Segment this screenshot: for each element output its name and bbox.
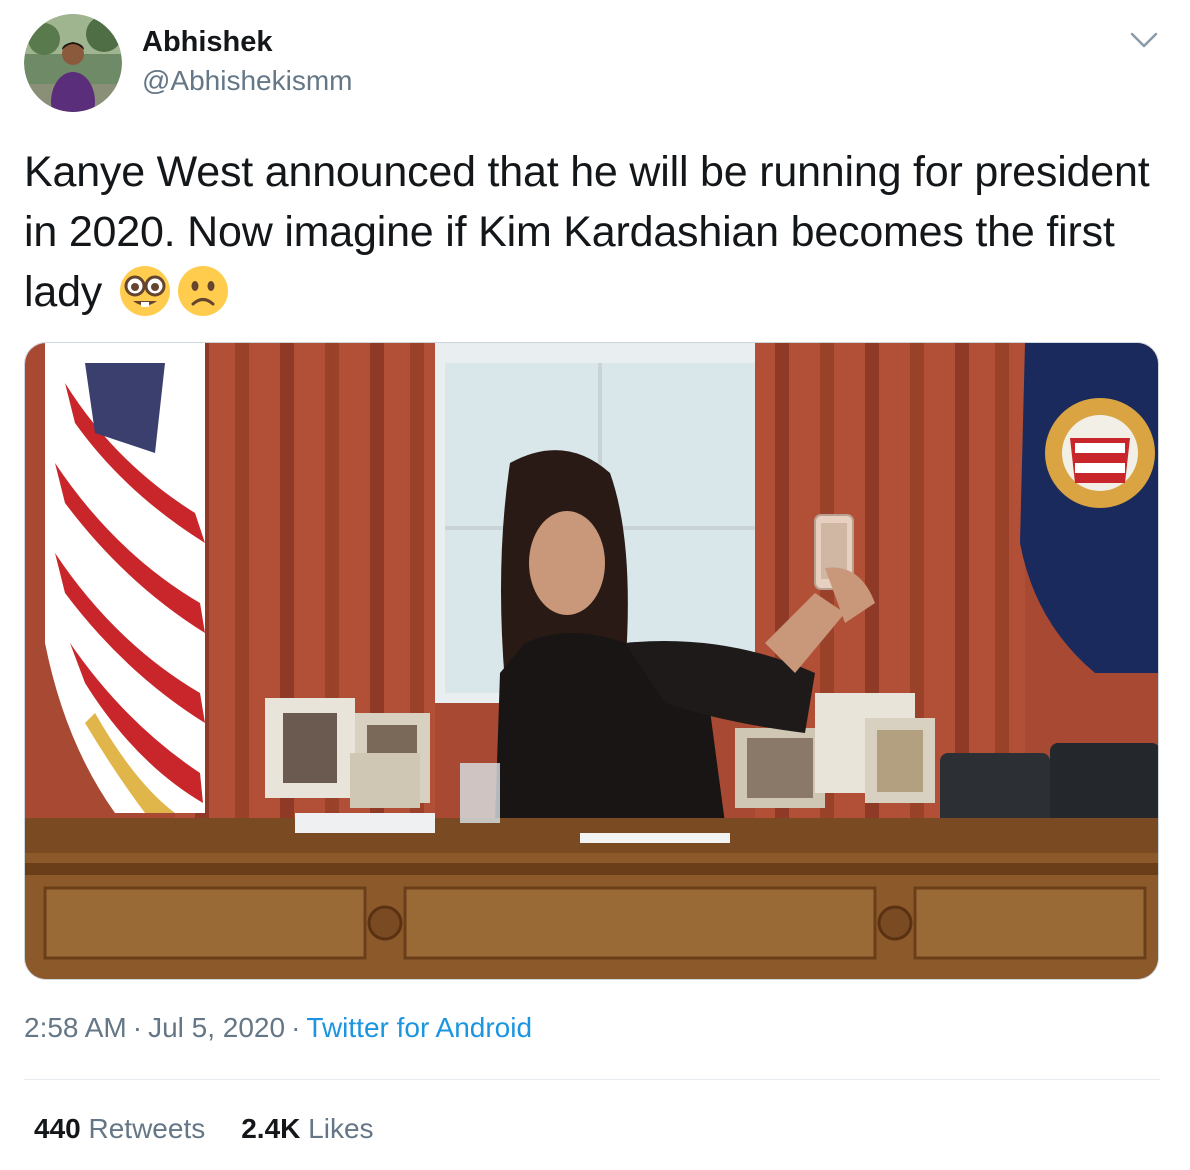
tweet-source-link[interactable]: Twitter for Android — [306, 1012, 532, 1043]
tweet-date[interactable]: Jul 5, 2020 — [148, 1012, 285, 1043]
tweet-photo[interactable] — [24, 342, 1159, 980]
meta-separator: · — [132, 1012, 143, 1043]
likes-count: 2.4K — [241, 1113, 301, 1144]
handle[interactable]: @Abhishekismm — [142, 65, 352, 97]
likes-stat[interactable]: 2.4K Likes — [241, 1113, 373, 1144]
retweets-stat[interactable]: 440 Retweets — [34, 1113, 205, 1144]
divider — [24, 1079, 1160, 1080]
retweets-label: Retweets — [88, 1113, 206, 1144]
chevron-down-icon[interactable] — [1128, 27, 1160, 53]
slightly-frowning-face-emoji — [176, 264, 230, 318]
photo-scene — [25, 343, 1158, 979]
tweet-card: Abhishek @Abhishekismm Kanye West announ… — [0, 0, 1190, 1170]
likes-label: Likes — [308, 1113, 374, 1144]
nerd-face-emoji — [118, 264, 172, 318]
meta-separator: · — [291, 1012, 301, 1043]
tweet-meta: 2:58 AM · Jul 5, 2020 · Twitter for Android — [24, 1012, 532, 1044]
avatar-photo — [24, 14, 122, 112]
retweets-count: 440 — [34, 1113, 81, 1144]
tweet-time[interactable]: 2:58 AM — [24, 1012, 127, 1043]
tweet-text: Kanye West announced that he will be run… — [24, 142, 1164, 322]
tweet-stats: 440 Retweets 2.4K Likes — [34, 1113, 374, 1145]
avatar[interactable] — [24, 14, 122, 112]
display-name[interactable]: Abhishek — [142, 26, 273, 59]
